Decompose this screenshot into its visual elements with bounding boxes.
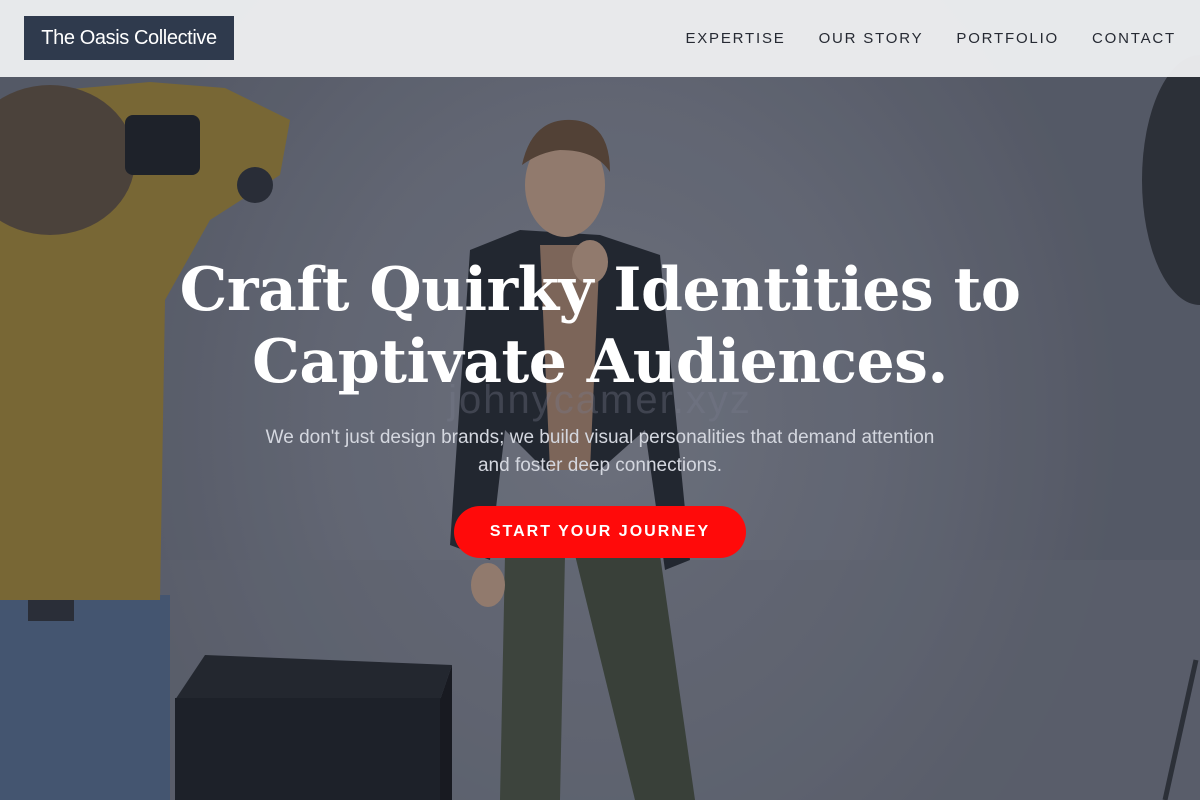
start-journey-button[interactable]: START YOUR JOURNEY [454, 506, 746, 558]
main-nav: EXPERTISE OUR STORY PORTFOLIO CONTACT [685, 0, 1176, 77]
hero-title: Craft Quirky Identities to Captivate Aud… [100, 254, 1100, 398]
brand-logo[interactable]: The Oasis Collective [24, 16, 234, 60]
hero-subtitle: We don't just design brands; we build vi… [265, 427, 935, 476]
nav-link-our-story[interactable]: OUR STORY [819, 30, 924, 47]
hero-section: johnycamer.xyz Craft Quirky Identities t… [0, 0, 1200, 800]
nav-link-contact[interactable]: CONTACT [1092, 30, 1176, 47]
site-header: The Oasis Collective EXPERTISE OUR STORY… [0, 0, 1200, 77]
nav-link-expertise[interactable]: EXPERTISE [685, 30, 785, 47]
watermark-text: johnycamer.xyz [448, 378, 752, 422]
nav-link-portfolio[interactable]: PORTFOLIO [956, 30, 1059, 47]
hero-title-line-1: Craft Quirky Identities to [179, 255, 1021, 325]
landing-page: The Oasis Collective EXPERTISE OUR STORY… [0, 0, 1200, 800]
